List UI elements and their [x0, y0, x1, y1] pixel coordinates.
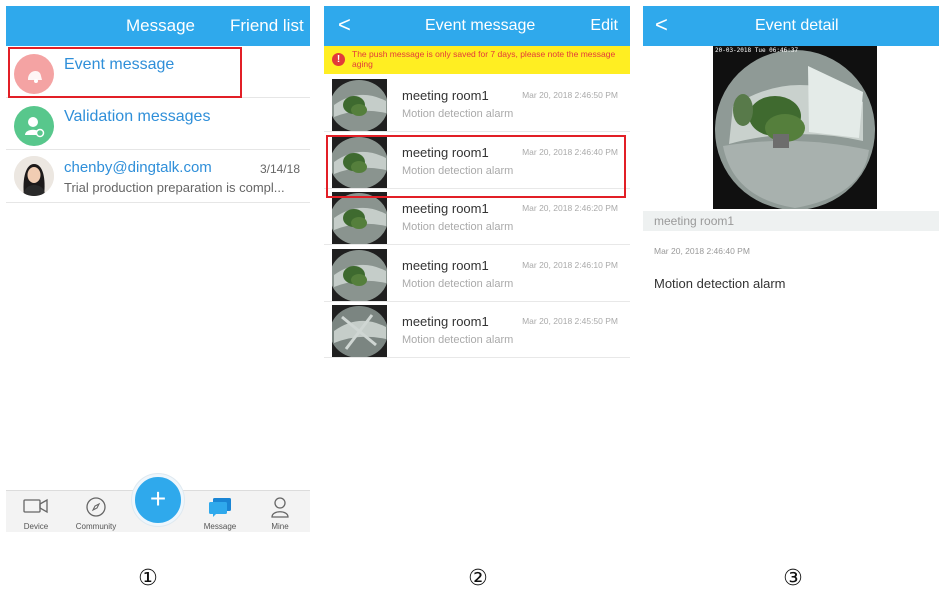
step-number-1: ① — [138, 566, 158, 591]
event-time: Mar 20, 2018 2:46:20 PM — [522, 203, 618, 213]
event-row[interactable]: meeting room1 Mar 20, 2018 2:46:10 PM Moti… — [324, 246, 630, 302]
event-time: Mar 20, 2018 2:46:10 PM — [522, 259, 618, 270]
person-icon — [271, 497, 289, 518]
message-screen: Message Friend list Event message Valida… — [6, 6, 310, 532]
event-time: Mar 20, 2018 2:45:50 PM — [522, 316, 618, 326]
page-title: Event message — [425, 17, 536, 34]
event-device-name: meeting room1 — [402, 88, 489, 103]
event-message-screen: < Event message Edit ! The push message … — [324, 6, 630, 364]
event-row[interactable]: meeting room1 Mar 20, 2018 2:45:50 PM Moti… — [324, 302, 630, 358]
event-thumbnail — [332, 192, 387, 244]
plus-icon: + — [149, 483, 167, 514]
event-type: Motion detection alarm — [402, 334, 514, 346]
event-time: Mar 20, 2018 2:46:50 PM — [522, 90, 618, 100]
event-type: Motion detection alarm — [402, 221, 514, 233]
event-row[interactable]: meeting room1 Mar 20, 2018 2:46:50 PM Moti… — [324, 76, 630, 132]
push-notice: ! The push message is only saved for 7 d… — [324, 46, 630, 74]
step-number-2: ② — [468, 566, 488, 591]
event-thumbnail — [332, 305, 387, 357]
highlight-box — [326, 135, 626, 198]
contact-date: 3/14/18 — [259, 162, 300, 176]
add-button[interactable]: + — [132, 474, 184, 526]
edit-button[interactable]: Edit — [590, 6, 618, 46]
event-type: Motion detection alarm — [654, 276, 786, 291]
event-device-name: meeting room1 — [402, 201, 489, 216]
tab-device[interactable]: Device — [6, 491, 66, 532]
top-bar: < Event detail — [643, 6, 939, 46]
notice-text: The push message is only saved for 7 day… — [352, 49, 616, 69]
tab-community[interactable]: Community — [66, 491, 126, 532]
contact-name: chenby@dingtalk.com — [64, 159, 212, 176]
top-bar: Message Friend list — [6, 6, 310, 46]
user-verify-icon — [14, 106, 54, 146]
back-button[interactable]: < — [338, 6, 351, 44]
event-detail-screen: < Event detail 20-03-2018 Tue 06:46:37 m… — [643, 6, 939, 298]
back-button[interactable]: < — [655, 6, 668, 44]
device-name: meeting room1 — [643, 211, 939, 231]
warning-icon: ! — [332, 53, 345, 66]
tab-mine-label: Mine — [271, 522, 289, 531]
validation-messages-label: Validation messages — [64, 108, 211, 125]
step-number-3: ③ — [783, 566, 803, 591]
avatar — [14, 156, 54, 196]
snapshot-image[interactable]: 20-03-2018 Tue 06:46:37 — [713, 46, 877, 209]
timestamp-overlay: 20-03-2018 Tue 06:46:37 — [715, 47, 799, 54]
event-type: Motion detection alarm — [402, 277, 514, 290]
event-thumbnail — [332, 79, 387, 131]
highlight-box — [8, 47, 242, 98]
tab-message-label: Message — [203, 522, 237, 531]
event-thumbnail — [332, 248, 387, 301]
event-device-name: meeting room1 — [402, 257, 489, 273]
tab-device-label: Device — [23, 522, 49, 531]
tab-message[interactable]: Message — [126, 6, 195, 46]
event-device-name: meeting room1 — [402, 314, 489, 329]
tab-friend-list[interactable]: Friend list — [230, 6, 304, 46]
tab-mine[interactable]: Mine — [250, 491, 310, 532]
event-type: Motion detection alarm — [402, 108, 514, 120]
validation-messages-row[interactable]: Validation messages — [6, 98, 310, 150]
tab-message-bottom[interactable]: Message — [190, 491, 250, 532]
top-bar: < Event message Edit — [324, 6, 630, 46]
page-title: Event detail — [755, 17, 839, 34]
chat-icon — [209, 498, 231, 517]
camera-icon — [23, 498, 48, 514]
contact-preview: Trial production preparation is compl... — [64, 180, 285, 195]
tab-community-label: Community — [75, 522, 117, 531]
event-time: Mar 20, 2018 2:46:40 PM — [654, 246, 750, 256]
compass-icon — [86, 497, 106, 517]
contact-row[interactable]: chenby@dingtalk.com 3/14/18 Trial produc… — [6, 150, 310, 203]
